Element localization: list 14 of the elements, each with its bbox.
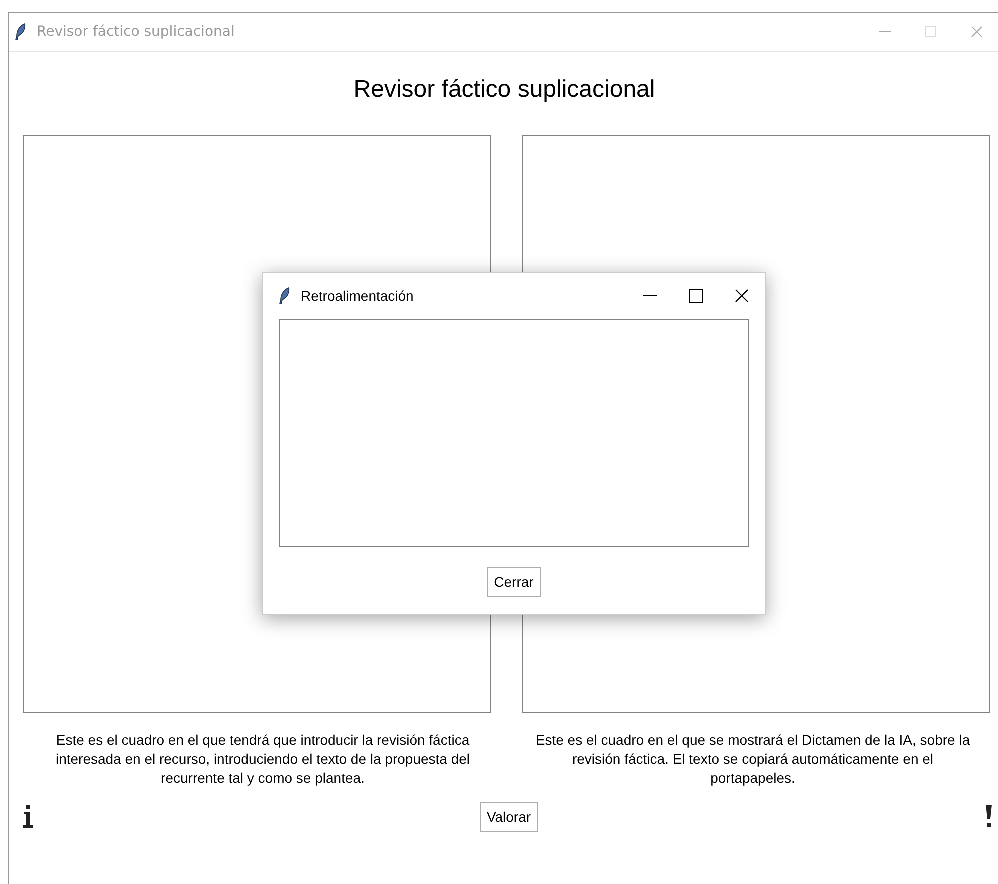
feather-icon [279, 287, 291, 305]
info-icon[interactable] [23, 805, 33, 829]
maximize-icon[interactable] [689, 289, 703, 303]
description-text: Este es el cuadro en el que se mostrará el Dictamen de la IA, sobre la revisión fáctica. El texto se copiará automáticamente en el portapapeles. [534, 731, 972, 788]
dialog-title: Retroalimentación [301, 288, 414, 304]
app-heading: Revisor fáctico suplicacional [354, 76, 656, 104]
minimize-icon[interactable] [643, 295, 657, 297]
close-dialog-button[interactable]: Cerrar [487, 567, 541, 597]
evaluate-button[interactable]: Valorar [480, 802, 538, 832]
close-icon[interactable] [735, 289, 749, 303]
feather-icon [15, 23, 27, 41]
window-title: Revisor fáctico suplicacional [37, 24, 235, 40]
exclamation-icon[interactable] [985, 805, 993, 829]
description-text: Este es el cuadro en el que tendrá que introducir la revisión fáctica interesada en el recurso, introduciendo el texto de la propuesta del recurrente tal y como se plantea. [54, 731, 472, 788]
